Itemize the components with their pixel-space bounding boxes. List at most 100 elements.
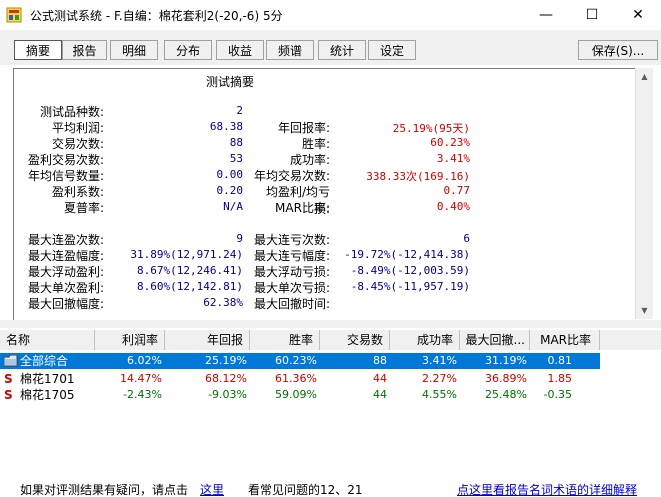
tab-detail[interactable]: 明细 — [110, 40, 158, 60]
stat-label: 夏普率: — [63, 201, 104, 215]
stat-label: 最大单次盈利: — [27, 281, 104, 295]
stat-label: 最大回撤时间: — [253, 297, 330, 311]
vertical-scrollbar[interactable]: ▲ ▼ — [635, 68, 653, 319]
stat-label: 最大浮动盈利: — [27, 265, 104, 279]
stat-value: 0.20 — [216, 184, 244, 197]
cell-winrate: 60.23% — [275, 354, 317, 367]
column-header[interactable]: 成功率 — [390, 330, 460, 350]
stat-label: 盈利交易次数: — [27, 153, 104, 167]
stat-label: 最大连盈幅度: — [27, 249, 104, 263]
column-header[interactable]: 最大回撤... — [460, 330, 530, 350]
cell-mar: -0.35 — [543, 388, 572, 401]
stat-value: -8.49%(-12,003.59) — [350, 264, 470, 277]
stat-value: 338.33次(169.16) — [366, 170, 470, 183]
save-button[interactable]: 保存(S)... — [578, 40, 658, 60]
stat-label: 最大连盈次数: — [27, 233, 104, 247]
stat-value: 9 — [236, 232, 243, 245]
stat-value: 53 — [229, 152, 243, 165]
column-header[interactable]: 年回报 — [165, 330, 250, 350]
stat-label: 年均交易次数: — [253, 169, 330, 183]
stat-label: 成功率: — [289, 153, 330, 167]
cell-profit: 14.47% — [120, 372, 162, 385]
stock-icon: S — [4, 372, 13, 386]
cell-trades: 44 — [373, 388, 387, 401]
cell-trades: 44 — [373, 372, 387, 385]
stat-label: 平均利润: — [51, 121, 104, 135]
stat-label: 测试品种数: — [39, 105, 104, 119]
stat-label: 最大连亏幅度: — [253, 249, 330, 263]
stat-label: 胜率: — [301, 137, 330, 151]
row-name: 棉花1705 — [20, 388, 75, 402]
table-row[interactable]: S 棉花1701 14.47% 68.12% 61.36% 44 2.27% 3… — [0, 371, 661, 387]
tab-distribution[interactable]: 分布 — [164, 40, 212, 60]
splitter[interactable] — [0, 320, 661, 328]
cell-winrate: 61.36% — [275, 372, 317, 385]
table-row[interactable]: 全部综合 6.02% 25.19% 60.23% 88 3.41% 31.19%… — [0, 353, 600, 369]
stat-label: 最大连亏次数: — [253, 233, 330, 247]
tab-summary[interactable]: 摘要 — [14, 40, 62, 60]
scroll-down-icon[interactable]: ▼ — [636, 302, 653, 319]
cell-drawdown: 31.19% — [485, 354, 527, 367]
stat-label: 年回报率: — [277, 121, 330, 135]
stat-value: 6 — [463, 232, 470, 245]
stat-label: 最大浮动亏损: — [253, 265, 330, 279]
stat-value: 0.00 — [216, 168, 244, 181]
column-header[interactable]: 名称 — [0, 330, 95, 350]
tab-settings[interactable]: 设定 — [368, 40, 416, 60]
glossary-link[interactable]: 点这里看报告名词术语的详细解释 — [457, 483, 637, 497]
scroll-up-icon[interactable]: ▲ — [636, 68, 653, 85]
column-header[interactable]: MAR比率 — [530, 330, 600, 350]
tab-spectrum[interactable]: 频谱 — [266, 40, 314, 60]
results-grid — [0, 328, 661, 483]
stat-value: 8.60%(12,142.81) — [137, 280, 243, 293]
cell-annual: 25.19% — [205, 354, 247, 367]
summary-title: 测试摘要 — [206, 75, 255, 89]
stat-value: 60.23% — [430, 136, 470, 149]
cell-winrate: 59.09% — [275, 388, 317, 401]
stat-label: 最大回撤幅度: — [27, 297, 104, 311]
stat-value: -8.45%(-11,957.19) — [350, 280, 470, 293]
cell-success: 3.41% — [422, 354, 457, 367]
here-link[interactable]: 这里 — [200, 483, 224, 497]
stat-label: 年均信号数量: — [27, 169, 104, 183]
row-name: 全部综合 — [20, 354, 69, 368]
cell-success: 2.27% — [422, 372, 457, 385]
stat-label: MAR比率: — [275, 201, 330, 215]
stat-value: 25.19%(95天) — [392, 122, 470, 135]
window-title: 公式测试系统 - F.自编：棉花套利2(-20,-6) 5分 — [30, 9, 283, 23]
cell-trades: 88 — [373, 354, 387, 367]
stat-value: 8.67%(12,246.41) — [137, 264, 243, 277]
stock-icon: S — [4, 388, 13, 402]
column-header[interactable]: 胜率 — [250, 330, 320, 350]
cell-drawdown: 25.48% — [485, 388, 527, 401]
stat-value: 0.40% — [436, 200, 470, 213]
cell-mar: 1.85 — [547, 372, 573, 385]
tab-income[interactable]: 收益 — [216, 40, 264, 60]
stat-value: -19.72%(-12,414.38) — [344, 248, 470, 261]
stat-value: 2 — [236, 104, 243, 117]
app-icon — [6, 7, 22, 23]
minimize-button[interactable]: — — [523, 0, 569, 30]
stat-value: 0.77 — [443, 184, 471, 197]
table-row[interactable]: S 棉花1705 -2.43% -9.03% 59.09% 44 4.55% 2… — [0, 387, 661, 403]
column-header[interactable]: 利润率 — [95, 330, 165, 350]
column-header[interactable]: 交易数 — [320, 330, 390, 350]
stat-label: 交易次数: — [51, 137, 104, 151]
row-name: 棉花1701 — [20, 372, 75, 386]
folder-icon — [4, 355, 18, 367]
stat-value: 31.89%(12,971.24) — [130, 248, 243, 261]
tab-report[interactable]: 报告 — [62, 40, 107, 60]
stat-value: N/A — [223, 200, 243, 213]
close-button[interactable]: ✕ — [615, 0, 661, 30]
maximize-button[interactable]: ☐ — [569, 0, 615, 30]
question-text: 如果对评测结果有疑问，请点击 — [20, 483, 189, 497]
tab-statistics[interactable]: 统计 — [318, 40, 366, 60]
stat-value: 68.38 — [209, 120, 243, 133]
cell-annual: -9.03% — [208, 388, 247, 401]
cell-mar: 0.81 — [547, 354, 573, 367]
cell-profit: -2.43% — [123, 388, 162, 401]
stat-value: 88 — [229, 136, 243, 149]
stat-label: 最大单次亏损: — [253, 281, 330, 295]
stat-value: 3.41% — [436, 152, 470, 165]
cell-profit: 6.02% — [127, 354, 162, 367]
